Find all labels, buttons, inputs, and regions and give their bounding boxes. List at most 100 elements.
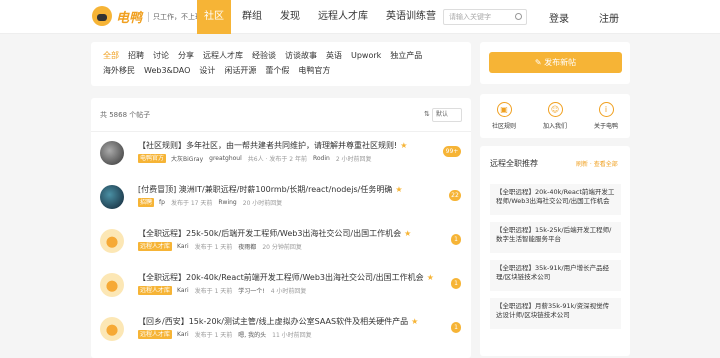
star-icon: ★: [400, 141, 408, 150]
category-tag[interactable]: 电鸭官方: [298, 66, 330, 76]
post-meta: 招聘 fp 发布于 17 天前 Rwing 20 小时前回复: [138, 198, 288, 207]
recommend-item[interactable]: 【全职远程】35k-91k/用户增长产品经理/区块链技术公司: [490, 260, 621, 291]
top-navbar: 电鸭 只工作，不上班 社区 群组 发现 远程人才库 英语训练营 请输入关键字 登…: [0, 0, 720, 34]
nav-english-camp[interactable]: 英语训练营: [379, 0, 443, 34]
category-tag[interactable]: 海外移民: [103, 66, 135, 76]
logo-text: 电鸭: [116, 10, 143, 26]
register-link[interactable]: 注册: [599, 10, 619, 25]
nav-talent-pool[interactable]: 远程人才库: [311, 0, 375, 34]
search-input[interactable]: 请输入关键字: [443, 9, 527, 25]
quick-about[interactable]: i 关于电鸭: [586, 102, 626, 130]
category-badge[interactable]: 远程人才库: [138, 242, 173, 251]
nav-community[interactable]: 社区: [197, 0, 231, 34]
post-row[interactable]: [付费冒顶] 澳洲IT/兼职远程/时薪100rmb/长期/react/nodej…: [91, 182, 471, 222]
post-meta: 远程人才库 Kari 发布于 1 天前 学习一个! 4 小时前回复: [138, 286, 312, 295]
category-tag[interactable]: 招聘: [128, 51, 144, 61]
meta-item[interactable]: Kari: [177, 243, 189, 250]
site-logo[interactable]: 电鸭: [92, 6, 142, 26]
quick-links-card: ▣ 社区规则 ☺ 加入我们 i 关于电鸭: [480, 94, 630, 138]
slogan: 只工作，不上班: [148, 12, 202, 22]
duck-logo-icon: [92, 6, 112, 26]
category-tag[interactable]: 分享: [178, 51, 194, 61]
quick-label: 加入我们: [542, 123, 567, 130]
avatar[interactable]: [100, 185, 124, 209]
meta-item[interactable]: 大灰BiGray: [171, 154, 203, 163]
category-tag[interactable]: Upwork: [351, 51, 381, 61]
category-tag[interactable]: Web3&DAO: [144, 66, 190, 76]
category-badge[interactable]: 远程人才库: [138, 330, 173, 339]
quick-join[interactable]: ☺ 加入我们: [535, 102, 575, 130]
quick-rules[interactable]: ▣ 社区规则: [484, 102, 524, 130]
category-tag[interactable]: 独立产品: [390, 51, 422, 61]
category-tag[interactable]: 讨论: [153, 51, 169, 61]
category-tag[interactable]: 远程人才库: [203, 51, 243, 61]
recommend-links[interactable]: 刷新 · 查看全部: [576, 159, 618, 168]
meta-item: 11 小时前回复: [272, 332, 312, 339]
category-badge[interactable]: 电鸭官方: [138, 154, 167, 163]
post-title[interactable]: 【全职远程】25k-50k/后端开发工程师/Web3出海社交公司/出国工作机会 ★: [138, 228, 411, 239]
star-icon: ★: [411, 317, 419, 326]
post-meta: 远程人才库 Kari 发布于 1 天前 夜雨都 20 分钟前回复: [138, 242, 308, 251]
star-icon: ★: [404, 229, 412, 238]
category-tag[interactable]: 蕾个假: [265, 66, 289, 76]
login-link[interactable]: 登录: [549, 10, 569, 25]
post-title[interactable]: [付费冒顶] 澳洲IT/兼职远程/时薪100rmb/长期/react/nodej…: [138, 184, 403, 195]
publish-label: 发布新帖: [544, 58, 577, 67]
meta-item[interactable]: Rodin: [313, 155, 330, 162]
publish-card: ✎ 发布新帖: [480, 42, 630, 84]
nav-groups[interactable]: 群组: [235, 0, 269, 34]
post-title[interactable]: 【全职远程】20k-40k/React前端开发工程师/Web3出海社交公司/出国…: [138, 272, 434, 283]
main-nav: 社区 群组 发现 远程人才库 英语训练营: [197, 0, 447, 34]
meta-item: 发布于 1 天前: [194, 244, 233, 251]
meta-item[interactable]: 夜雨都: [238, 242, 256, 251]
join-icon: ☺: [547, 102, 563, 117]
post-row[interactable]: 【全职远程】20k-40k/React前端开发工程师/Web3出海社交公司/出国…: [91, 270, 471, 310]
meta-item: 2 小时前回复: [335, 156, 372, 163]
avatar[interactable]: [100, 317, 124, 341]
meta-item[interactable]: Rwing: [218, 199, 236, 206]
category-tag[interactable]: 全部: [103, 51, 119, 61]
category-tags-card: 全部 招聘 讨论 分享 远程人才库 经验谈 访谈故事 英语 Upwork 独立产品海外移民 Web3…: [91, 42, 471, 86]
meta-item: 20 分钟前回复: [262, 244, 302, 251]
category-tag[interactable]: 经验谈: [252, 51, 276, 61]
meta-item[interactable]: 嗯, 我的头: [238, 330, 266, 339]
meta-item[interactable]: 学习一个!: [238, 286, 264, 295]
sort-select[interactable]: 默认: [432, 108, 462, 122]
recommend-item[interactable]: 【全职远程】20k-40k/React前端开发工程师/Web3出海社交公司/出国…: [490, 184, 621, 215]
recommend-item[interactable]: 【全职远程】月薪35k-91k/资深视觉传达设计师/区块链技术公司: [490, 298, 621, 329]
search-icon[interactable]: [515, 13, 522, 20]
post-row[interactable]: 【全职远程】25k-50k/后端开发工程师/Web3出海社交公司/出国工作机会 ★…: [91, 226, 471, 266]
post-list-header: 共 5868 个帖子 ⇅ 默认: [91, 98, 471, 132]
category-tag[interactable]: 设计: [199, 66, 215, 76]
post-list-card: 共 5868 个帖子 ⇅ 默认 【社区规则】多年社区，由一帮共建者共同维护，请理…: [91, 98, 471, 358]
post-row[interactable]: 【回乡/西安】15k-20k/测试主管/线上虚拟办公室SAAS软件及相关硬件产品…: [91, 314, 471, 354]
avatar[interactable]: [100, 229, 124, 253]
category-tag[interactable]: 闲话开源: [224, 66, 256, 76]
meta-item[interactable]: Kari: [177, 287, 189, 294]
avatar[interactable]: [100, 273, 124, 297]
publish-button[interactable]: ✎ 发布新帖: [489, 52, 622, 73]
meta-item[interactable]: greatghoul: [209, 155, 242, 162]
post-title[interactable]: 【社区规则】多年社区，由一帮共建者共同维护，请理解并尊重社区规则! ★: [138, 140, 407, 151]
reply-count-badge: 1: [451, 234, 461, 245]
reply-count-badge: 1: [451, 322, 461, 333]
category-tag[interactable]: 英语: [326, 51, 342, 61]
quick-label: 关于电鸭: [593, 123, 618, 130]
nav-discover[interactable]: 发现: [273, 0, 307, 34]
meta-item: 发布于 17 天前: [170, 200, 213, 207]
post-title[interactable]: 【回乡/西安】15k-20k/测试主管/线上虚拟办公室SAAS软件及相关硬件产品…: [138, 316, 418, 327]
search-placeholder: 请输入关键字: [449, 13, 491, 21]
avatar[interactable]: [100, 141, 124, 165]
reply-count-badge: 1: [451, 278, 461, 289]
recommend-item[interactable]: 【全职远程】15k-25k/后端开发工程师/数字生活智能服务平台: [490, 222, 621, 253]
category-tag[interactable]: 访谈故事: [285, 51, 317, 61]
post-title-text: 【回乡/西安】15k-20k/测试主管/线上虚拟办公室SAAS软件及相关硬件产品: [138, 317, 409, 326]
post-row[interactable]: 【社区规则】多年社区，由一帮共建者共同维护，请理解并尊重社区规则! ★ 电鸭官方 大灰…: [91, 138, 471, 178]
reply-count-badge: 99+: [443, 146, 461, 157]
category-badge[interactable]: 招聘: [138, 198, 155, 207]
meta-item[interactable]: fp: [159, 199, 165, 206]
meta-item: 4 小时前回复: [270, 288, 307, 295]
category-badge[interactable]: 远程人才库: [138, 286, 173, 295]
quick-label: 社区规则: [491, 123, 516, 130]
meta-item[interactable]: Kari: [177, 331, 189, 338]
